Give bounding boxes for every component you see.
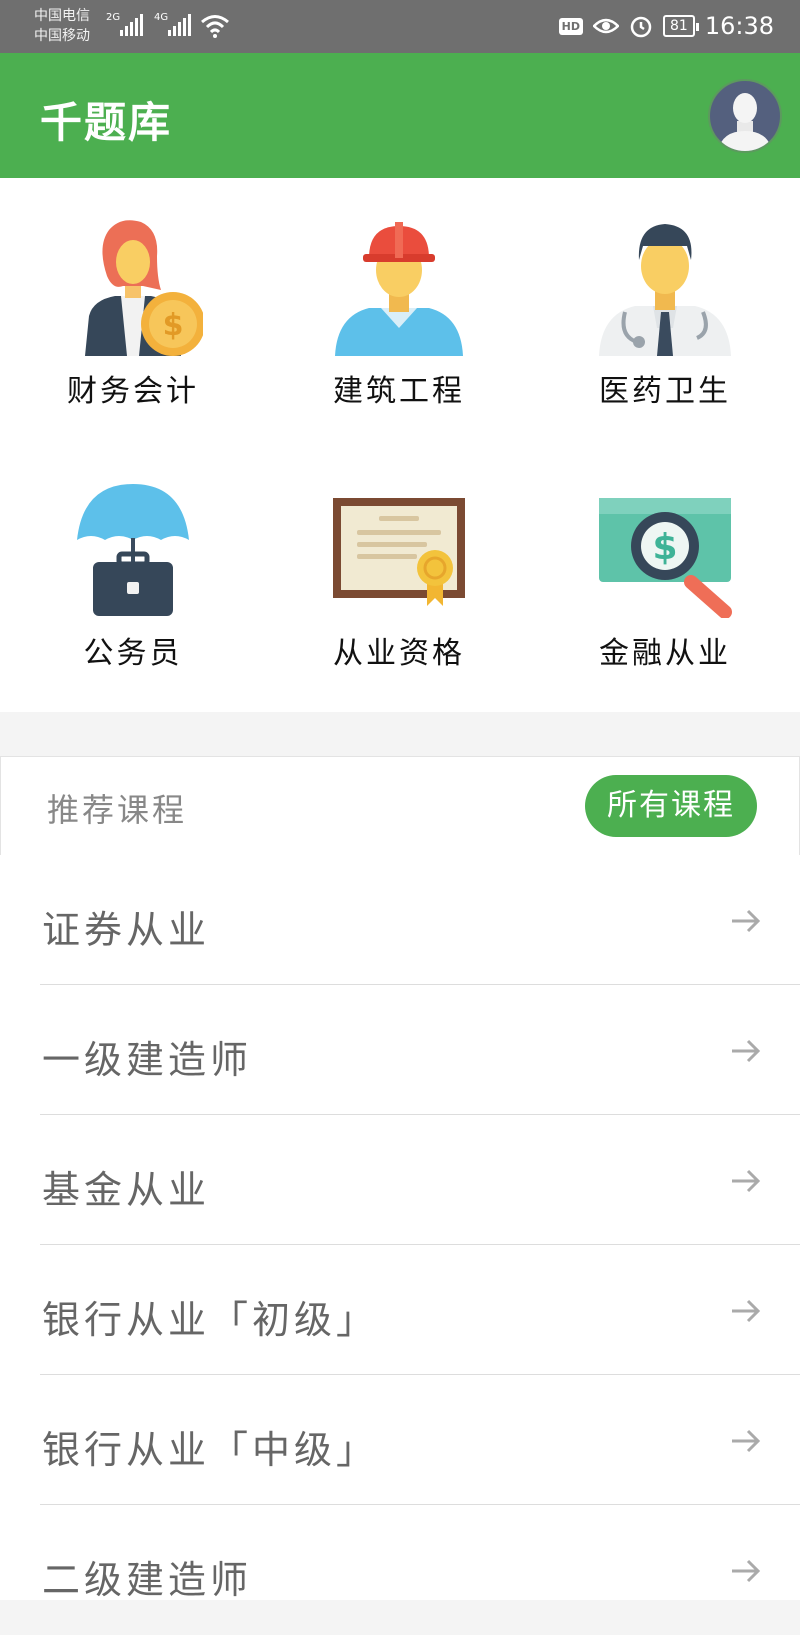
certificate-icon [333, 498, 465, 606]
list-item[interactable]: 二级建造师 [0, 1505, 800, 1635]
carrier-info: 中国电信 中国移动 [34, 6, 90, 46]
category-label: 公务员 [83, 636, 183, 671]
status-bar: 中国电信 中国移动 2G 4G HD 81 16:38 [0, 0, 800, 53]
signal-icon [120, 14, 143, 36]
list-item-label: 证券从业 [42, 908, 211, 952]
alarm-icon [630, 16, 652, 38]
arrow-right-icon [732, 1559, 761, 1583]
category-qualification[interactable]: 从业资格 [266, 440, 532, 706]
arrow-right-icon [732, 1039, 761, 1063]
money-magnifier-icon: $ [599, 498, 732, 618]
category-label: 金融从业 [599, 636, 731, 671]
category-label: 建筑工程 [333, 374, 465, 409]
network-type-1: 2G [106, 12, 121, 23]
clock: 16:38 [704, 12, 774, 40]
user-icon [718, 93, 772, 151]
carrier-2: 中国移动 [34, 28, 90, 44]
svg-text:$: $ [652, 527, 677, 568]
eye-icon [593, 18, 619, 34]
construction-worker-icon [335, 222, 463, 356]
list-item[interactable]: 基金从业 [0, 1115, 800, 1245]
svg-text:$: $ [163, 308, 184, 343]
list-item-label: 银行从业「中级」 [42, 1428, 379, 1472]
category-civil-servant[interactable]: 公务员 [0, 440, 266, 706]
arrow-right-icon [732, 1299, 761, 1323]
category-label: 从业资格 [333, 636, 465, 671]
doctor-icon [599, 224, 731, 356]
carrier-1: 中国电信 [34, 8, 90, 24]
app-title: 千题库 [40, 98, 173, 147]
list-item[interactable]: 证券从业 [0, 855, 800, 985]
hd-badge: HD [558, 17, 583, 35]
signal-icon [168, 14, 191, 36]
category-grid: $ 财务会计 建筑工程 医药卫生 公务员 从业资格 $ 金融从业 [0, 178, 800, 712]
status-right: HD 81 16:38 [558, 12, 774, 40]
list-item-label: 二级建造师 [42, 1558, 253, 1602]
list-item-label: 基金从业 [42, 1168, 211, 1212]
list-item-label: 一级建造师 [42, 1038, 253, 1082]
list-item[interactable]: 银行从业「中级」 [0, 1375, 800, 1505]
accountant-icon: $ [85, 220, 203, 356]
list-item[interactable]: 一级建造师 [0, 985, 800, 1115]
avatar[interactable] [708, 79, 782, 153]
category-construction[interactable]: 建筑工程 [266, 178, 532, 444]
recommend-title: 推荐课程 [47, 791, 188, 829]
category-finance[interactable]: $ 金融从业 [532, 440, 798, 706]
category-label: 医药卫生 [599, 374, 731, 409]
arrow-right-icon [732, 1429, 761, 1453]
network-type-2: 4G [154, 12, 169, 23]
category-label: 财务会计 [67, 374, 199, 409]
umbrella-briefcase-icon [77, 484, 189, 616]
list-item-label: 银行从业「初级」 [42, 1298, 379, 1342]
battery-icon: 81 [663, 15, 699, 37]
wifi-icon [201, 15, 229, 38]
app-header: 千题库 [0, 53, 800, 178]
course-list: 证券从业 一级建造师 基金从业 银行从业「初级」 银行从业「中级」 二级建造师 [0, 855, 800, 1602]
arrow-right-icon [732, 909, 761, 933]
category-medical[interactable]: 医药卫生 [532, 178, 798, 444]
recommend-header: 推荐课程 所有课程 [0, 756, 800, 856]
category-accounting[interactable]: $ 财务会计 [0, 178, 266, 444]
list-item[interactable]: 银行从业「初级」 [0, 1245, 800, 1375]
all-courses-button[interactable]: 所有课程 [585, 775, 757, 837]
arrow-right-icon [732, 1169, 761, 1193]
